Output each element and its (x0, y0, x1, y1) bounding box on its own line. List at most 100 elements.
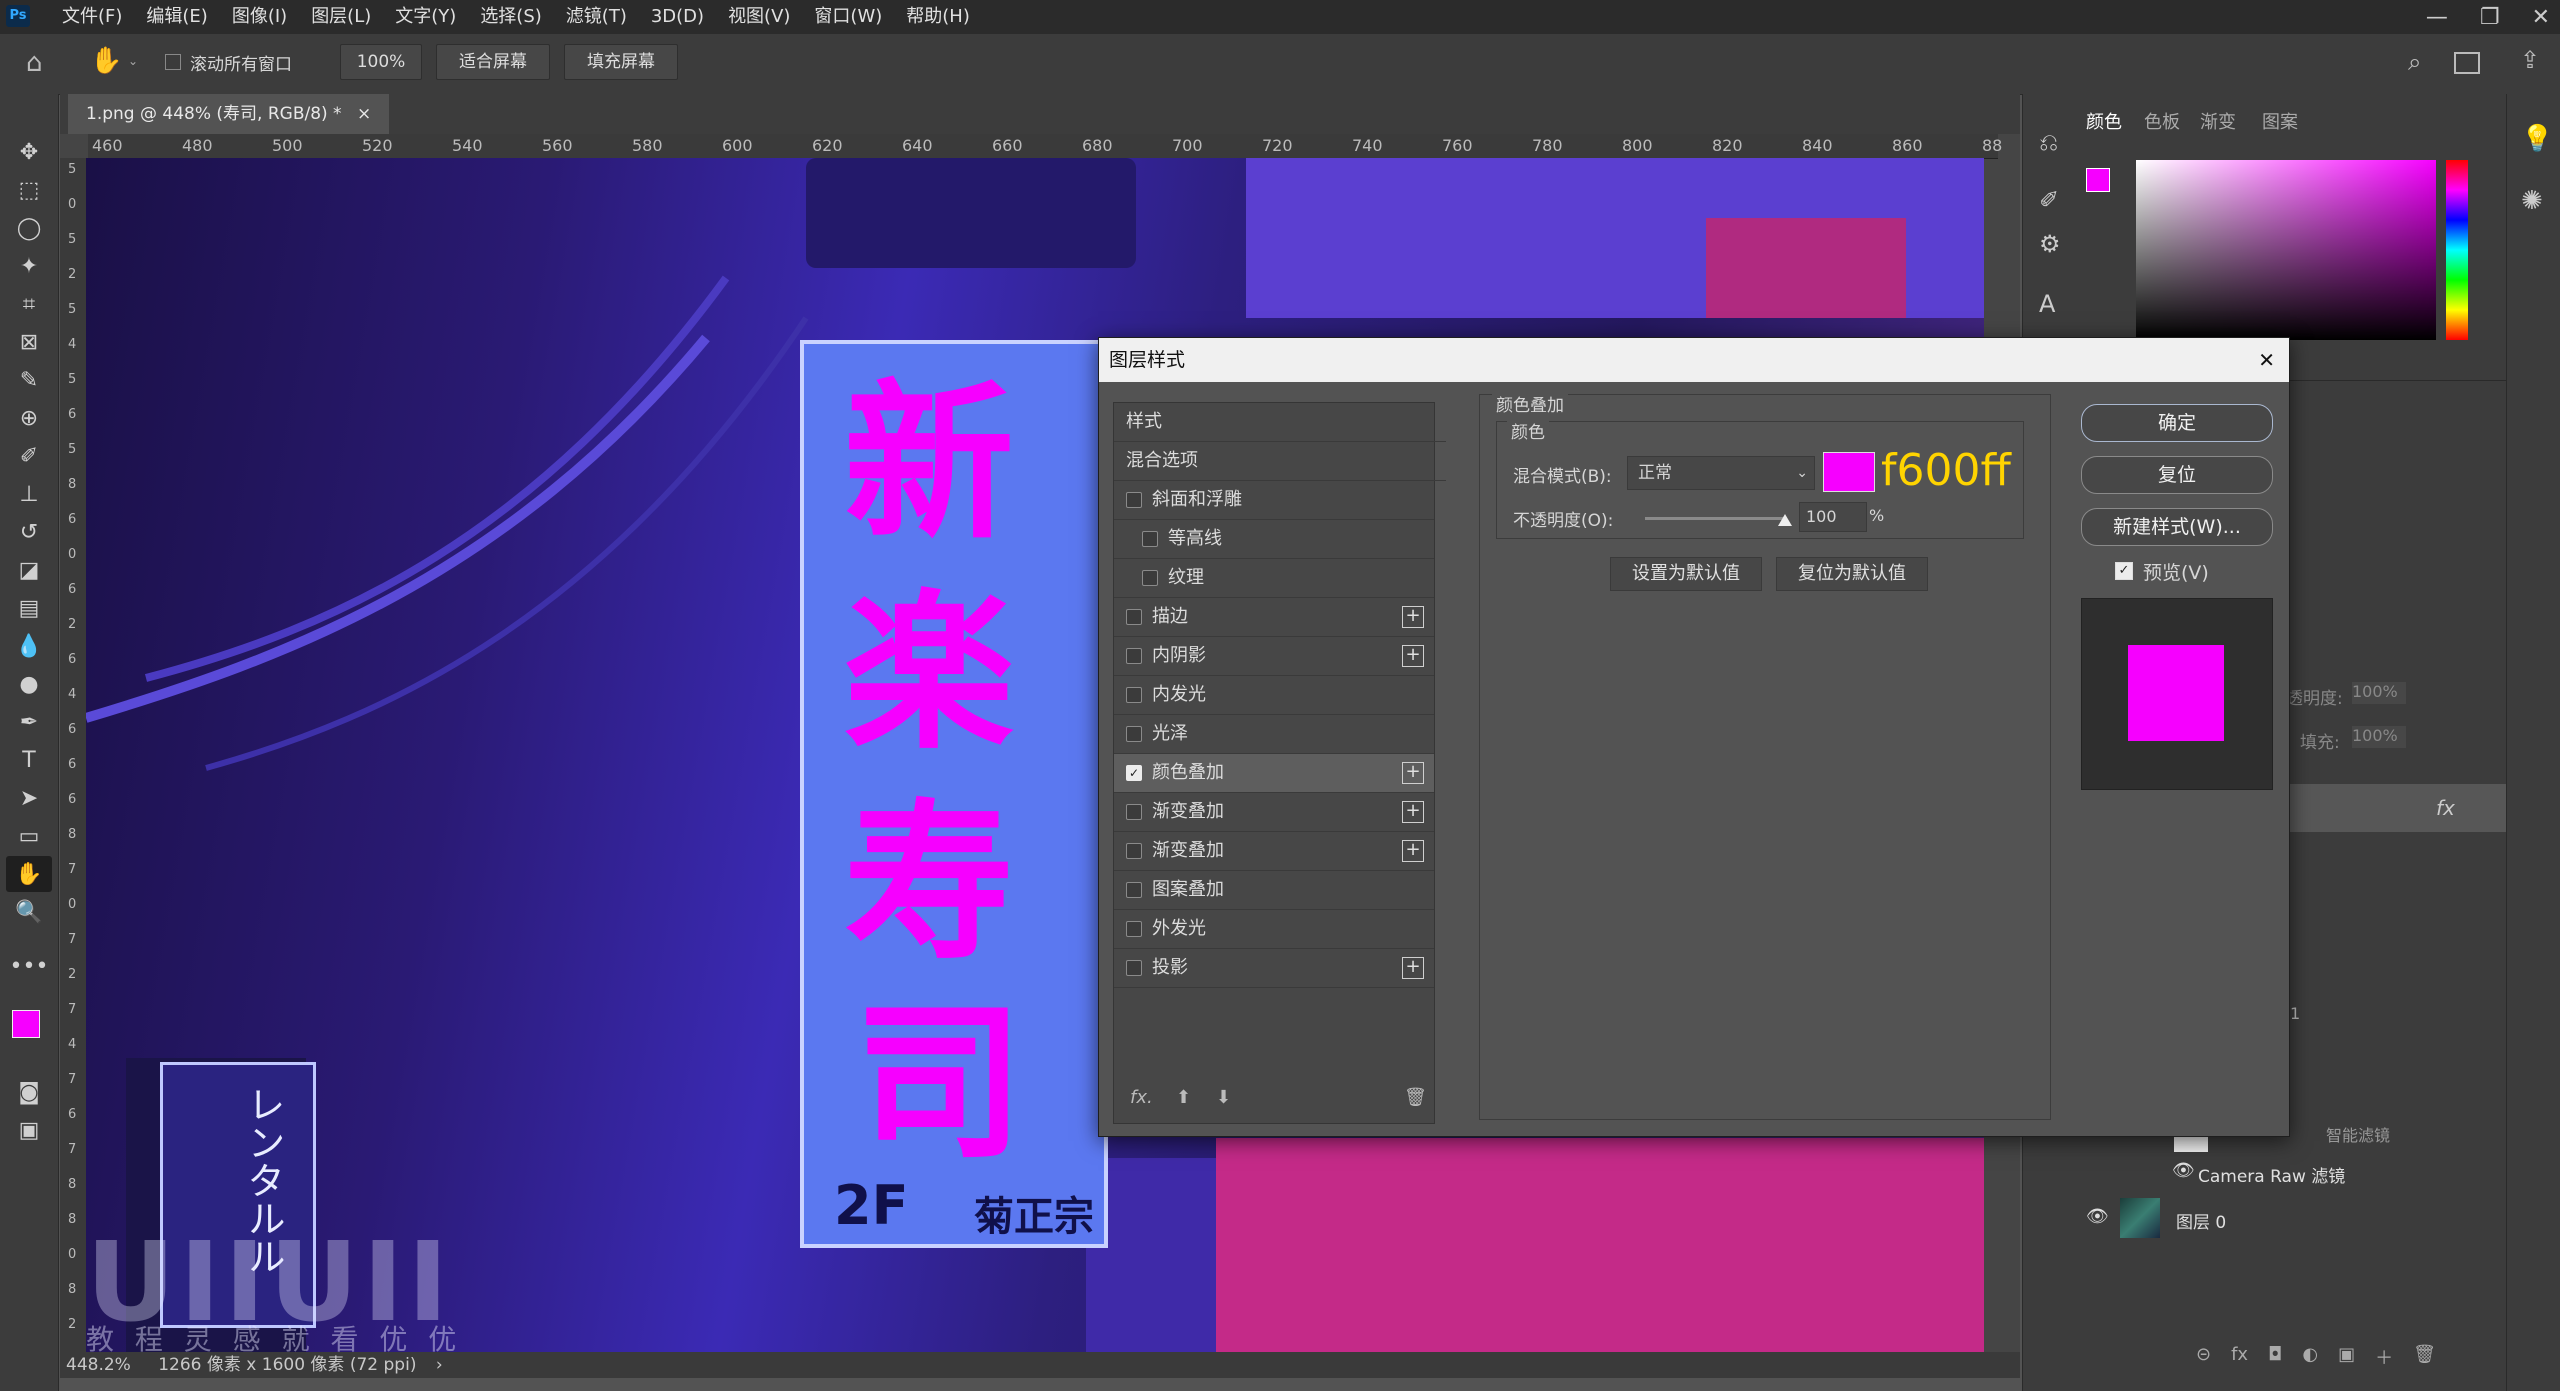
scroll-all-checkbox[interactable] (165, 54, 181, 70)
hand-tool-active-icon[interactable]: ✋ (6, 856, 52, 892)
style-checkbox[interactable] (1126, 843, 1142, 859)
add-effect-plus-icon[interactable]: + (1402, 606, 1424, 628)
tab-color[interactable]: 颜色 (2086, 108, 2122, 134)
style-item[interactable]: 渐变叠加 + (1114, 832, 1434, 871)
style-item[interactable]: 外发光 (1114, 910, 1434, 949)
style-checkbox[interactable] (1126, 492, 1142, 508)
minimize-icon[interactable]: — (2426, 5, 2448, 30)
rectangle-tool-icon[interactable]: ▭ (6, 818, 52, 854)
reset-button[interactable]: 复位 (2081, 456, 2273, 494)
menu-select[interactable]: 选择(S) (468, 0, 553, 34)
marquee-tool-icon[interactable]: ⬚ (6, 172, 52, 208)
tab-patterns[interactable]: 图案 (2262, 108, 2298, 134)
style-item[interactable]: 斜面和浮雕 (1114, 481, 1434, 520)
dialog-close-icon[interactable]: ✕ (2258, 338, 2275, 382)
stamp-tool-icon[interactable]: ⊥ (6, 476, 52, 512)
menu-help[interactable]: 帮助(H) (894, 0, 982, 34)
preview-label[interactable]: 预览(V) (2143, 558, 2209, 585)
delete-effect-icon[interactable]: 🗑 (1404, 1087, 1427, 1108)
restore-icon[interactable]: ❐ (2480, 5, 2500, 30)
overlay-color-swatch[interactable] (1823, 452, 1875, 492)
document-tab[interactable]: 1.png @ 448% (寿司, RGB/8) * × (68, 94, 390, 134)
character-panel-icon[interactable]: A (2039, 290, 2055, 318)
add-effect-plus-icon[interactable]: + (1402, 762, 1424, 784)
style-checkbox[interactable] (1126, 609, 1142, 625)
camera-raw-filter[interactable]: Camera Raw 滤镜 (2198, 1162, 2345, 1187)
history-panel-icon[interactable]: ⎌ (2039, 128, 2058, 156)
history-brush-icon[interactable]: ↺ (6, 514, 52, 550)
panel-fg-swatch[interactable] (2086, 168, 2110, 192)
style-checkbox[interactable] (1126, 921, 1142, 937)
type-tool-icon[interactable]: T (6, 742, 52, 778)
style-item[interactable]: ✓ 颜色叠加 + (1114, 754, 1434, 793)
more-tools-icon[interactable]: ••• (6, 948, 52, 984)
layer0-name[interactable]: 图层 0 (2176, 1208, 2226, 1233)
crop-tool-icon[interactable]: ⌗ (6, 286, 52, 322)
style-checkbox[interactable] (1126, 804, 1142, 820)
zoom-100-button[interactable]: 100% (340, 44, 422, 80)
visibility-eye-icon[interactable]: 👁 (2172, 1160, 2195, 1181)
style-checkbox[interactable] (1126, 648, 1142, 664)
blend-mode-select[interactable]: 正常 ⌄ (1627, 456, 1815, 490)
screen-mode-icon[interactable]: ▣ (6, 1112, 52, 1148)
search-icon[interactable]: ⌕ (2408, 48, 2421, 76)
style-checkbox[interactable]: ✓ (1126, 765, 1142, 781)
path-select-icon[interactable]: ➤ (6, 780, 52, 816)
menu-image[interactable]: 图像(I) (220, 0, 299, 34)
close-window-icon[interactable]: ✕ (2532, 5, 2550, 30)
menu-3d[interactable]: 3D(D) (639, 0, 716, 34)
tab-swatches[interactable]: 色板 (2144, 108, 2180, 134)
share-icon[interactable]: ⇪ (2520, 46, 2540, 74)
zoom-tool-icon[interactable]: 🔍 (6, 894, 52, 930)
style-item[interactable]: 内发光 (1114, 676, 1434, 715)
move-up-icon[interactable]: ⬆ (1176, 1087, 1191, 1108)
frame-tool-icon[interactable]: ⊠ (6, 324, 52, 360)
new-layer-icon[interactable]: ＋ (2375, 1344, 2393, 1370)
style-item[interactable]: 等高线 (1114, 520, 1434, 559)
pen-tool-icon[interactable]: ✒ (6, 704, 52, 740)
add-mask-icon[interactable]: ◘ (2268, 1344, 2282, 1370)
opacity-slider-track[interactable] (1645, 517, 1785, 520)
adjustment-layer-icon[interactable]: ◐ (2302, 1344, 2318, 1370)
home-icon[interactable]: ⌂ (26, 48, 43, 78)
set-default-button[interactable]: 设置为默认值 (1610, 557, 1762, 591)
menu-layer[interactable]: 图层(L) (299, 0, 383, 34)
chevron-down-icon[interactable]: ⌄ (128, 54, 138, 68)
layer0-eye-icon[interactable]: 👁 (2086, 1206, 2109, 1227)
hue-slider[interactable] (2446, 160, 2468, 340)
menu-file[interactable]: 文件(F) (50, 0, 134, 34)
style-item[interactable]: 图案叠加 (1114, 871, 1434, 910)
fill-screen-button[interactable]: 填充屏幕 (564, 44, 678, 80)
magic-wand-icon[interactable]: ✦ (6, 248, 52, 284)
foreground-color-swatch[interactable] (12, 1010, 40, 1038)
hand-tool-icon[interactable]: ✋ (90, 46, 122, 76)
layer-opacity-field[interactable]: 100% (2352, 682, 2406, 704)
eyedropper-icon[interactable]: ✎ (6, 362, 52, 398)
learn-icon[interactable]: 💡 (2521, 124, 2553, 154)
workspace-icon[interactable] (2454, 52, 2480, 74)
fx-menu-icon[interactable]: fx. (1130, 1087, 1153, 1108)
style-checkbox[interactable] (1126, 882, 1142, 898)
eraser-tool-icon[interactable]: ◪ (6, 552, 52, 588)
link-layers-icon[interactable]: ⊝ (2196, 1344, 2211, 1370)
adjustments-icon[interactable]: ⚙ (2039, 230, 2061, 258)
add-effect-plus-icon[interactable]: + (1402, 840, 1424, 862)
move-down-icon[interactable]: ⬇ (1216, 1087, 1231, 1108)
close-tab-icon[interactable]: × (357, 104, 371, 124)
style-checkbox[interactable] (1142, 531, 1158, 547)
brush-settings-icon[interactable]: ✐ (2039, 186, 2059, 214)
style-item[interactable]: 投影 + (1114, 949, 1434, 988)
add-effect-plus-icon[interactable]: + (1402, 645, 1424, 667)
menu-window[interactable]: 窗口(W) (802, 0, 894, 34)
dodge-tool-icon[interactable]: ● (6, 666, 52, 702)
add-style-icon[interactable]: fx (2231, 1344, 2248, 1370)
style-checkbox[interactable] (1126, 726, 1142, 742)
move-tool-icon[interactable]: ✥ (6, 134, 52, 170)
tab-gradients[interactable]: 渐变 (2200, 108, 2236, 134)
style-item[interactable]: 渐变叠加 + (1114, 793, 1434, 832)
sparkle-icon[interactable]: ✺ (2521, 186, 2543, 216)
menu-type[interactable]: 文字(Y) (383, 0, 468, 34)
blur-tool-icon[interactable]: 💧 (6, 628, 52, 664)
opacity-input[interactable]: 100 (1799, 502, 1867, 532)
color-field[interactable] (2136, 160, 2436, 340)
